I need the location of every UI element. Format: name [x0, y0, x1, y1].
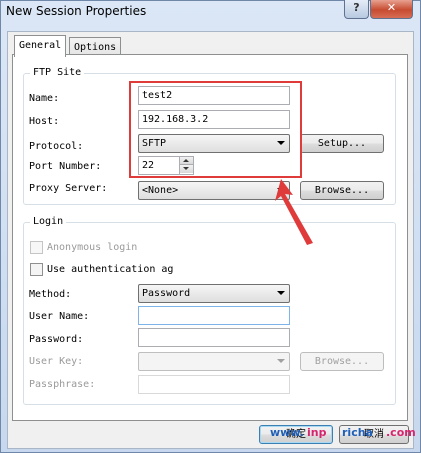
use-authentication-label: Use authentication ag — [47, 264, 174, 275]
method-select-value: Password — [142, 288, 191, 299]
username-field[interactable] — [138, 306, 290, 325]
user-key-label: User Key: — [29, 356, 84, 367]
close-icon[interactable]: ✕ — [370, 0, 413, 19]
setup-button[interactable]: Setup... — [300, 134, 384, 153]
annotation-highlight-box — [129, 81, 302, 178]
watermark-www: www. — [270, 426, 304, 439]
password-label: Password: — [29, 334, 84, 345]
name-label: Name: — [29, 93, 60, 104]
chevron-down-icon — [277, 359, 285, 363]
host-label: Host: — [29, 116, 60, 127]
proxy-server-select[interactable]: <None> — [138, 181, 290, 200]
protocol-label: Protocol: — [29, 141, 84, 152]
chevron-down-icon — [277, 291, 285, 295]
port-number-label: Port Number: — [29, 161, 102, 172]
method-select[interactable]: Password — [138, 284, 290, 303]
method-label: Method: — [29, 289, 72, 300]
password-field[interactable] — [138, 328, 290, 347]
passphrase-label: Passphrase: — [29, 379, 96, 390]
anonymous-login-checkbox[interactable] — [30, 241, 43, 254]
user-key-select[interactable] — [138, 352, 290, 371]
watermark-inp: inp — [307, 426, 327, 439]
watermark-richa: richa — [342, 426, 373, 439]
user-key-browse-button[interactable]: Browse... — [300, 352, 384, 371]
dialog-window: New Session Properties ? ✕ General Optio… — [0, 0, 421, 453]
passphrase-field[interactable] — [138, 375, 290, 394]
proxy-server-label: Proxy Server: — [29, 183, 108, 194]
window-title: New Session Properties — [6, 4, 147, 18]
tab-general[interactable]: General — [14, 35, 67, 57]
help-icon[interactable]: ? — [344, 0, 369, 19]
username-label: User Name: — [29, 311, 90, 322]
use-authentication-checkbox[interactable] — [30, 263, 43, 276]
watermark-com: .com — [386, 426, 416, 439]
proxy-server-select-value: <None> — [142, 185, 179, 196]
ftp-site-group-title: FTP Site — [30, 67, 85, 78]
title-bar[interactable]: New Session Properties ? ✕ — [1, 0, 420, 23]
annotation-arrow-icon — [275, 179, 313, 245]
login-group-title: Login — [30, 216, 67, 227]
anonymous-login-label: Anonymous login — [47, 242, 138, 253]
